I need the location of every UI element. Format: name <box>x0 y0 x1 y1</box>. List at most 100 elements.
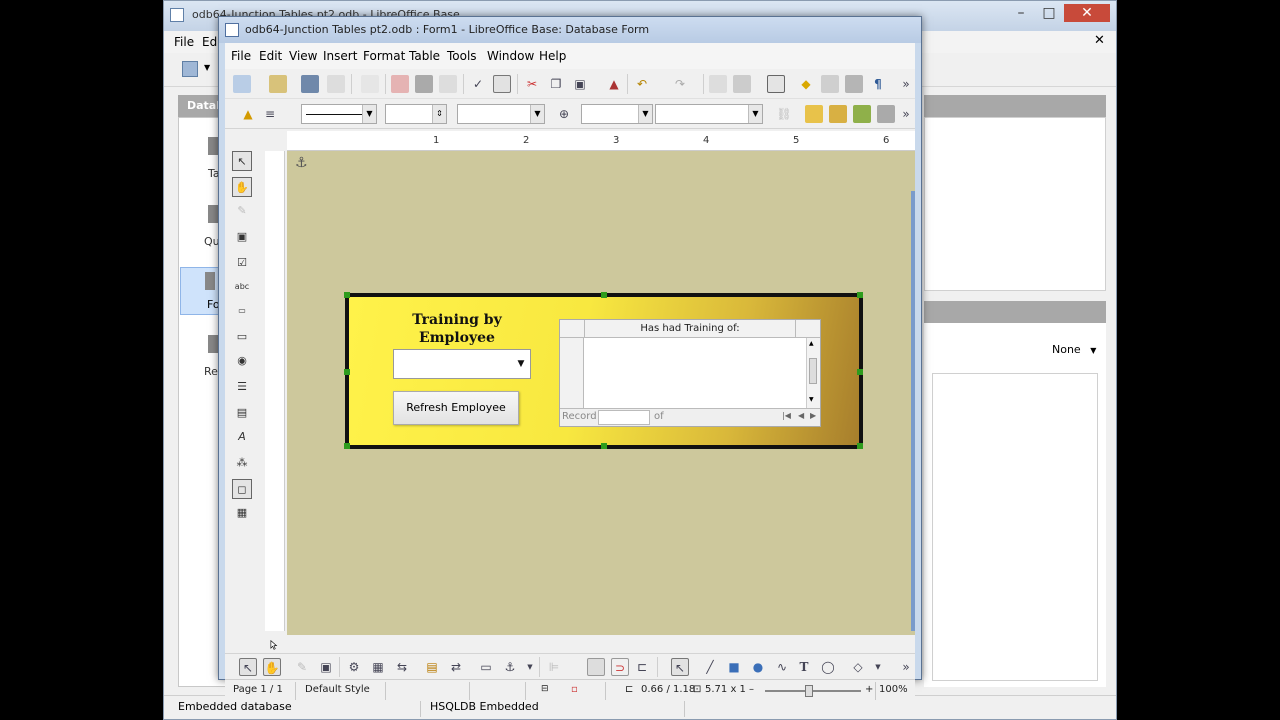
add-field-icon[interactable]: ▤ <box>423 658 441 676</box>
export-pdf-icon[interactable] <box>391 75 409 93</box>
menu-window[interactable]: Window <box>487 49 534 63</box>
navigator-icon[interactable]: ◆ <box>797 75 815 93</box>
scroll-up-icon[interactable]: ▲ <box>809 340 814 347</box>
formatted-field-tool-icon[interactable]: ▭ <box>232 301 252 321</box>
undo-icon[interactable]: ↶ <box>633 75 651 93</box>
new-document-icon[interactable] <box>182 61 198 77</box>
menu-file[interactable]: File <box>231 49 251 63</box>
link-frames-icon[interactable]: ⛓ <box>775 105 793 123</box>
menu-format[interactable]: Format <box>363 49 405 63</box>
zoom-slider[interactable] <box>765 690 861 692</box>
line-style-select[interactable]: ▼ <box>301 104 377 124</box>
data-sources-icon[interactable] <box>845 75 863 93</box>
status-zoom[interactable]: 100% <box>879 684 908 695</box>
maximize-button[interactable]: □ <box>1036 4 1062 22</box>
horizontal-ruler[interactable]: 1 2 3 4 5 6 <box>287 131 915 151</box>
control-properties-icon[interactable]: ⚙ <box>345 658 363 676</box>
vertical-ruler[interactable] <box>265 151 285 631</box>
sidebar-item-reports[interactable]: Re <box>204 365 218 378</box>
paste-icon[interactable]: ▣ <box>571 75 589 93</box>
minimize-button[interactable]: – <box>1008 4 1034 22</box>
previous-record-icon[interactable]: ◀ <box>798 411 804 420</box>
design-mode-icon[interactable]: ✋ <box>263 658 281 676</box>
text-box-tool-icon[interactable]: abc <box>232 277 252 297</box>
print-preview-icon[interactable] <box>439 75 457 93</box>
pointer-icon[interactable]: ↖ <box>671 658 689 676</box>
align-icon[interactable]: ⊫ <box>545 658 563 676</box>
hyperlink-icon[interactable] <box>709 75 727 93</box>
zoom-out-icon[interactable]: – <box>749 684 754 695</box>
menu-table[interactable]: Table <box>409 49 440 63</box>
form-frame[interactable]: Training by Employee ▼ Refresh Employee … <box>344 292 863 449</box>
form-heading-label[interactable]: Training by Employee <box>395 311 519 347</box>
refresh-employee-button[interactable]: Refresh Employee <box>393 391 519 425</box>
preview-mode-select[interactable]: None ▼ <box>1052 343 1096 356</box>
text-icon[interactable]: T <box>795 658 813 676</box>
callout-icon[interactable]: ◯ <box>819 658 837 676</box>
chevron-down-icon[interactable]: ▼ <box>204 63 210 72</box>
form-design-icon[interactable] <box>767 75 785 93</box>
email-icon[interactable] <box>327 75 345 93</box>
resize-handle[interactable] <box>857 369 863 375</box>
push-button-tool-icon[interactable]: ▭ <box>232 327 252 347</box>
record-number-input[interactable] <box>598 410 650 425</box>
first-record-icon[interactable]: |◀ <box>782 411 791 420</box>
form-design-icon[interactable]: ◻ <box>232 479 252 499</box>
zoom-slider-thumb[interactable] <box>805 685 813 697</box>
to-background-icon[interactable] <box>877 105 895 123</box>
basic-shapes-icon[interactable]: ◇ <box>849 658 867 676</box>
toolbar-overflow-icon[interactable]: » <box>897 658 915 676</box>
menu-edit[interactable]: Edit <box>259 49 282 63</box>
menu-help[interactable]: Help <box>539 49 566 63</box>
control-wizards-icon[interactable]: ✎ <box>293 658 311 676</box>
resize-handle[interactable] <box>344 443 350 449</box>
to-foreground-icon[interactable] <box>853 105 871 123</box>
resize-handle[interactable] <box>344 369 350 375</box>
line-width-stepper[interactable]: ⇕ <box>385 104 447 124</box>
design-mode-icon[interactable]: ✋ <box>232 177 252 197</box>
line-icon[interactable]: ╱ <box>701 658 719 676</box>
resize-handle[interactable] <box>857 292 863 298</box>
activation-order-icon[interactable]: ⇄ <box>447 658 465 676</box>
line-color-select[interactable]: ▼ <box>457 104 545 124</box>
save-icon[interactable] <box>301 75 319 93</box>
document-canvas[interactable]: ⚓ Training by Employee ▼ Refresh Employe… <box>287 151 915 635</box>
status-page-style[interactable]: Default Style <box>305 684 370 695</box>
zoom-in-icon[interactable]: + <box>865 684 873 695</box>
employee-combo-box[interactable]: ▼ <box>393 349 531 379</box>
training-table-control[interactable]: Has had Training of: ▲ ▼ Record of |◀ ◀ <box>559 319 821 427</box>
comment-icon[interactable]: ▭ <box>477 658 495 676</box>
autospellcheck-icon[interactable] <box>493 75 511 93</box>
checkbox-tool-icon[interactable]: ☑ <box>232 253 252 273</box>
area-fill-select[interactable]: ▼ <box>581 104 653 124</box>
table-icon[interactable] <box>733 75 751 93</box>
status-page[interactable]: Page 1 / 1 <box>233 684 283 695</box>
selection-mode-icon[interactable]: ⊟ <box>541 684 549 694</box>
form-properties-icon[interactable]: ▦ <box>232 503 252 523</box>
new-icon[interactable] <box>233 75 251 93</box>
grid-column-header[interactable]: Has had Training of: <box>584 320 796 338</box>
rectangle-icon[interactable]: ■ <box>725 658 743 676</box>
next-record-icon[interactable]: ▶ <box>810 411 816 420</box>
area-style-icon[interactable]: ⊕ <box>555 105 573 123</box>
base-menu-file[interactable]: File <box>174 35 194 49</box>
queries-icon[interactable] <box>208 205 218 223</box>
menu-view[interactable]: View <box>289 49 317 63</box>
formatting-marks-icon[interactable]: ¶ <box>869 75 887 93</box>
toolbar-overflow-icon[interactable]: » <box>897 75 915 93</box>
menu-insert[interactable]: Insert <box>323 49 357 63</box>
select-icon[interactable]: ↖ <box>239 658 257 676</box>
chevron-down-icon[interactable]: ▼ <box>869 658 887 676</box>
wrap-icon[interactable]: ≡ <box>261 105 279 123</box>
chevron-down-icon[interactable]: ▼ <box>521 658 539 676</box>
scroll-thumb[interactable] <box>809 358 817 384</box>
open-icon[interactable] <box>269 75 287 93</box>
more-controls-icon[interactable]: ⁂ <box>232 453 252 473</box>
tab-order-icon[interactable]: ⇆ <box>393 658 411 676</box>
redo-icon[interactable]: ↷ <box>671 75 689 93</box>
reports-icon[interactable] <box>208 335 218 353</box>
cut-icon[interactable]: ✂ <box>523 75 541 93</box>
sidebar-item-forms[interactable]: Fo <box>180 267 220 315</box>
area-color-select[interactable]: ▼ <box>655 104 763 124</box>
spellcheck-icon[interactable]: ✓ <box>469 75 487 93</box>
